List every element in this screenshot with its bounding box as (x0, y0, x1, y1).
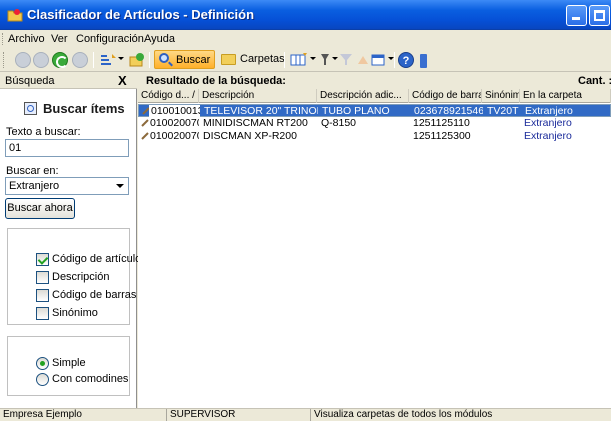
minimize-button[interactable] (566, 5, 587, 26)
col-codigo[interactable]: Código d... / (138, 89, 199, 103)
columns-icon[interactable] (290, 52, 308, 68)
checkbox-sinonimo-label: Sinónimo (52, 307, 98, 319)
filter-icon[interactable] (318, 52, 336, 68)
texto-input[interactable]: 01 (5, 139, 129, 157)
texto-label: Texto a buscar: (6, 126, 81, 138)
buscar-items-header: Buscar ítems (14, 100, 136, 120)
columns-dropdown-icon[interactable] (310, 57, 316, 60)
search-pane: Búsqueda X Buscar ítems Texto a buscar: … (0, 73, 141, 408)
radio-comodines[interactable] (36, 373, 49, 386)
forward-icon[interactable] (33, 52, 49, 68)
toolbar-separator-3 (284, 52, 285, 68)
folder-icon (221, 54, 236, 65)
results-count: Cant. : (578, 75, 611, 87)
menu-ayuda[interactable]: Ayuda (144, 33, 175, 45)
table-row[interactable]: 010020070 MINIDISCMAN RT200 Q-8150 12511… (138, 117, 611, 130)
toolbar-separator-2 (149, 52, 150, 68)
cell-barras: 1251125110 (413, 117, 470, 129)
col-sinonimo[interactable]: Sinónimo (482, 89, 520, 103)
main-window: Clasificador de Artículos - Definición A… (0, 0, 611, 421)
results-header: Resultado de la búsqueda: Cant. : (138, 73, 611, 89)
checkbox-codigo-label: Código de artículo (52, 253, 142, 265)
search-icon (159, 53, 169, 63)
buscar-items-title: Buscar ítems (43, 101, 125, 116)
toolbar: Buscar Carpetas ? (0, 48, 611, 72)
close-pane-button[interactable]: X (118, 73, 127, 88)
sort-dropdown-icon[interactable] (118, 57, 124, 60)
buscar-label: Buscar (176, 54, 211, 66)
status-bar: Empresa Ejemplo SUPERVISOR Visualiza car… (0, 408, 611, 421)
app-icon (7, 9, 23, 22)
checkbox-barras[interactable] (36, 289, 49, 302)
find-items-icon (24, 102, 37, 115)
search-pane-title: Búsqueda (5, 75, 55, 87)
cell-descripcion: DISCMAN XP-R200 (203, 130, 297, 142)
toolbar-grip[interactable] (3, 52, 5, 68)
results-title: Resultado de la búsqueda: (146, 75, 286, 87)
checkbox-descripcion[interactable] (36, 271, 49, 284)
status-empresa: Empresa Ejemplo (0, 409, 167, 421)
checkbox-codigo[interactable] (36, 253, 49, 266)
col-descripcion[interactable]: Descripción (199, 89, 317, 103)
help-icon[interactable]: ? (398, 52, 414, 68)
search-pane-header: Búsqueda X (0, 73, 137, 89)
radio-simple-label: Simple (52, 357, 86, 369)
checkbox-sinonimo[interactable] (36, 307, 49, 320)
refresh-list-icon[interactable] (128, 52, 146, 68)
carpetas-label: Carpetas (240, 53, 285, 65)
results-pane: Resultado de la búsqueda: Cant. : Código… (138, 73, 611, 408)
cell-descripcion: MINIDISCMAN RT200 (203, 117, 308, 129)
radio-comodines-label: Con comodines (52, 373, 129, 385)
status-usuario: SUPERVISOR (167, 409, 311, 421)
chevron-down-icon[interactable] (112, 179, 127, 193)
buscar-en-value: Extranjero (9, 180, 60, 192)
checkbox-barras-label: Código de barras (52, 289, 137, 301)
cell-desc-adic: Q-8150 (321, 117, 357, 129)
window-title: Clasificador de Artículos - Definición (27, 7, 255, 22)
buscar-en-label: Buscar en: (6, 165, 59, 177)
checkbox-descripcion-label: Descripción (52, 271, 110, 283)
search-fields-group: Código de artículo Descripción Código de… (7, 228, 141, 325)
toolbar-separator (93, 52, 94, 68)
status-mensaje: Visualiza carpetas de todos los módulos (314, 409, 493, 420)
refresh-icon[interactable] (52, 52, 68, 68)
cell-barras: 1251125300 (413, 130, 471, 142)
cell-sinonimo (484, 117, 520, 130)
sort-icon[interactable] (99, 52, 117, 68)
cell-desc-adic (319, 130, 409, 143)
buscar-en-select[interactable]: Extranjero (5, 177, 129, 195)
maximize-button[interactable] (589, 5, 610, 26)
menu-archivo[interactable]: Archivo (8, 33, 45, 45)
search-mode-group: Simple Con comodines (7, 336, 130, 396)
menu-bar: Archivo Ver Configuración Ayuda (0, 30, 611, 48)
cell-sinonimo (484, 130, 520, 143)
cell-carpeta: Extranjero (524, 117, 572, 129)
col-carpeta[interactable]: En la carpeta (520, 89, 611, 103)
table-row[interactable]: 0100100134 TELEVISOR 20" TRINORMA TUBO P… (138, 104, 611, 118)
col-barras[interactable]: Código de barras (409, 89, 482, 103)
menubar-grip[interactable] (2, 33, 4, 45)
next-icon[interactable] (72, 52, 88, 68)
cell-carpeta: Extranjero (524, 130, 572, 142)
toolbar-overflow-icon[interactable] (420, 54, 427, 68)
toolbar-separator-4 (394, 52, 395, 68)
radio-simple[interactable] (36, 357, 49, 370)
buscar-ahora-button[interactable]: Buscar ahora (5, 198, 75, 219)
col-desc-adic[interactable]: Descripción adic... (317, 89, 409, 103)
menu-configuracion[interactable]: Configuración (76, 33, 144, 45)
cell-codigo: 010020070 (150, 130, 199, 142)
view-icon[interactable] (370, 52, 388, 68)
cell-codigo: 010020070 (150, 117, 199, 129)
table-row[interactable]: 010020070 DISCMAN XP-R200 1251125300 Ext… (138, 130, 611, 143)
buscar-button[interactable]: Buscar (154, 50, 215, 69)
back-icon[interactable] (15, 52, 31, 68)
menu-ver[interactable]: Ver (51, 33, 68, 45)
results-column-header: Código d... / Descripción Descripción ad… (138, 89, 611, 103)
title-bar[interactable]: Clasificador de Artículos - Definición (0, 0, 611, 30)
carpetas-button[interactable]: Carpetas (220, 50, 285, 69)
